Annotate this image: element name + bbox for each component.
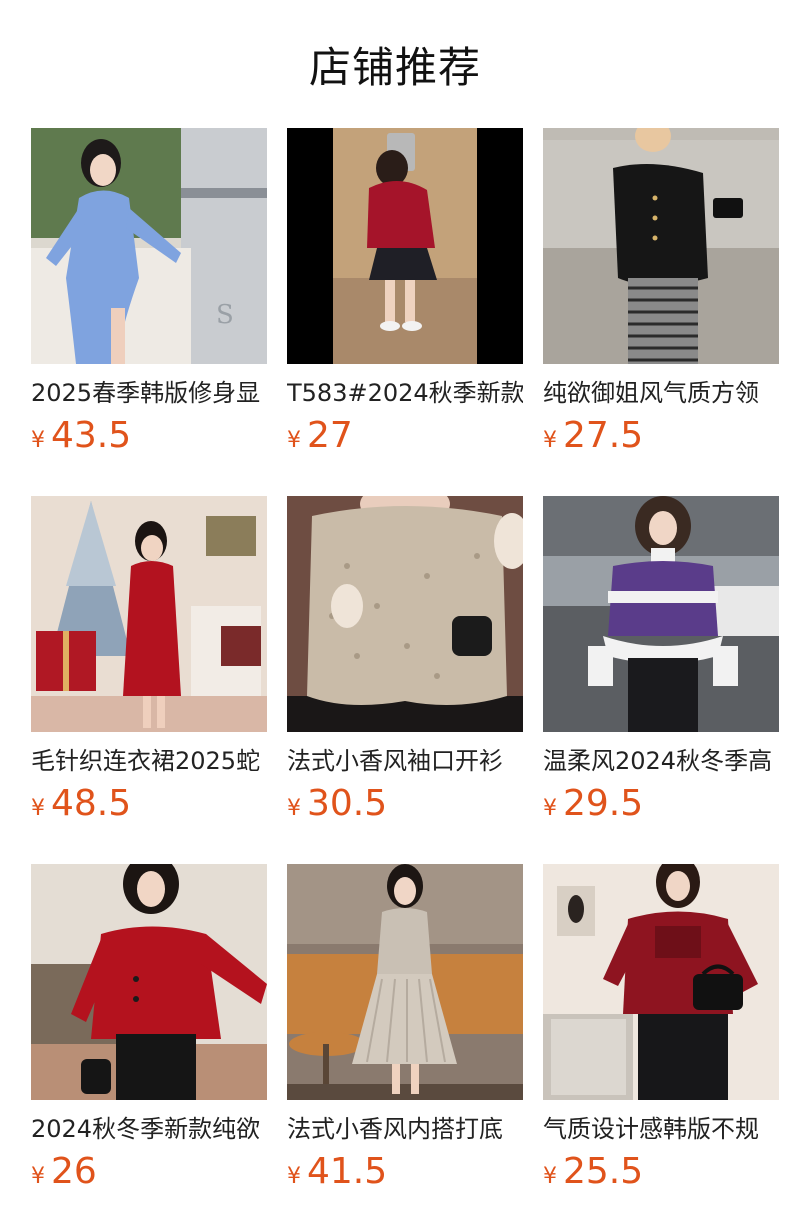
product-image[interactable]: S: [31, 128, 267, 364]
product-card[interactable]: T583#2024秋季新款 ¥27: [287, 128, 523, 458]
currency-symbol: ¥: [287, 796, 301, 821]
currency-symbol: ¥: [543, 1164, 557, 1189]
price-value: 48.5: [51, 783, 132, 824]
product-card[interactable]: 2024秋冬季新款纯欲 ¥26: [31, 864, 267, 1194]
product-card[interactable]: 法式小香风内搭打底 ¥41.5: [287, 864, 523, 1194]
currency-symbol: ¥: [543, 428, 557, 453]
product-grid: S 2025春季韩版修身显 ¥43.5 T583#2024秋季新款 ¥ 27 纯…: [31, 128, 779, 1194]
currency-symbol: ¥: [31, 1164, 45, 1189]
currency-symbol: ¥: [287, 428, 301, 453]
product-image[interactable]: [31, 496, 267, 732]
price-value: 41.5: [307, 1151, 388, 1192]
price-value: 29.5: [563, 783, 644, 824]
product-image[interactable]: [287, 128, 523, 364]
product-image[interactable]: [543, 128, 779, 364]
price-value: 27.5: [563, 415, 644, 456]
product-card[interactable]: 温柔风2024秋冬季高 ¥29.5: [543, 496, 779, 826]
product-name[interactable]: 2024秋冬季新款纯欲: [31, 1114, 267, 1144]
price-value: 43.5: [51, 415, 132, 456]
product-price: ¥41.5: [287, 1150, 523, 1194]
product-card[interactable]: 气质设计感韩版不规 ¥25.5: [543, 864, 779, 1194]
product-image[interactable]: [287, 864, 523, 1100]
product-price: ¥30.5: [287, 782, 523, 826]
currency-symbol: ¥: [287, 1164, 301, 1189]
product-name[interactable]: 法式小香风内搭打底: [287, 1114, 523, 1144]
product-card[interactable]: 法式小香风袖口开衫 ¥30.5: [287, 496, 523, 826]
product-image[interactable]: [287, 496, 523, 732]
product-price: ¥29.5: [543, 782, 779, 826]
product-price: ¥26: [31, 1150, 267, 1194]
product-price: ¥27: [287, 414, 523, 458]
product-name[interactable]: 温柔风2024秋冬季高: [543, 746, 779, 776]
product-name[interactable]: T583#2024秋季新款: [287, 378, 523, 408]
product-price: ¥27.5: [543, 414, 779, 458]
price-value: 30.5: [307, 783, 388, 824]
product-name[interactable]: 2025春季韩版修身显: [31, 378, 267, 408]
currency-symbol: ¥: [31, 796, 45, 821]
price-value: 26: [51, 1151, 97, 1192]
product-image[interactable]: [543, 864, 779, 1100]
product-name[interactable]: 毛针织连衣裙2025蛇: [31, 746, 267, 776]
currency-symbol: ¥: [31, 428, 45, 453]
currency-symbol: ¥: [543, 796, 557, 821]
product-card[interactable]: 毛针织连衣裙2025蛇 ¥48.5: [31, 496, 267, 826]
product-name[interactable]: 气质设计感韩版不规: [543, 1114, 779, 1144]
price-value: 27: [307, 415, 353, 456]
product-name[interactable]: 纯欲御姐风气质方领: [543, 378, 779, 408]
product-card[interactable]: 纯欲御姐风气质方领 ¥27.5: [543, 128, 779, 458]
price-value: 25.5: [563, 1151, 644, 1192]
product-image[interactable]: [31, 864, 267, 1100]
product-price: ¥48.5: [31, 782, 267, 826]
page-title: 店铺推荐: [308, 43, 481, 92]
product-card[interactable]: S 2025春季韩版修身显 ¥43.5: [31, 128, 267, 458]
product-price: ¥25.5: [543, 1150, 779, 1194]
product-image[interactable]: [543, 496, 779, 732]
product-price: ¥43.5: [31, 414, 267, 458]
product-name[interactable]: 法式小香风袖口开衫: [287, 746, 523, 776]
svg-text:S: S: [216, 300, 234, 330]
